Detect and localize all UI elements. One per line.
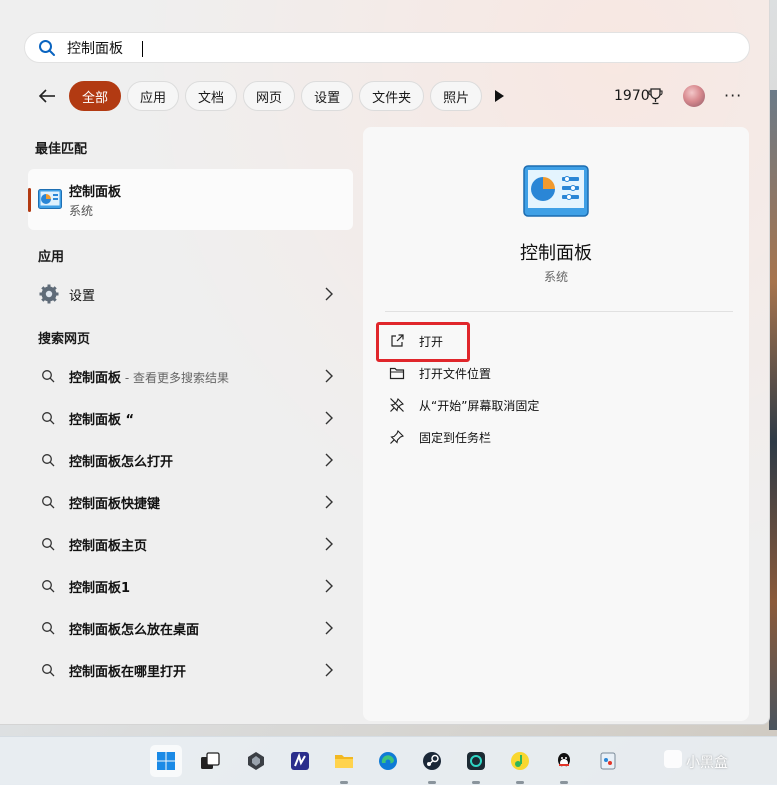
web-result-item[interactable]: 控制面板 “ bbox=[28, 398, 353, 438]
search-icon bbox=[42, 622, 55, 635]
chevron-right-icon bbox=[325, 369, 333, 383]
chevron-right-icon bbox=[325, 621, 333, 635]
web-result-label: 控制面板 - 查看更多搜索结果 bbox=[69, 371, 229, 386]
start-search-panel: 全部 应用 文档 网页 设置 文件夹 照片 1970 ··· 最佳匹配 控制面板… bbox=[0, 0, 770, 725]
best-match-heading: 最佳匹配 bbox=[35, 142, 88, 157]
web-search-heading: 搜索网页 bbox=[38, 332, 91, 347]
folder-icon bbox=[389, 367, 405, 380]
preview-title: 控制面板 bbox=[520, 243, 592, 264]
web-result-label: 控制面板怎么打开 bbox=[69, 455, 174, 470]
app-item-label: 设置 bbox=[69, 289, 96, 304]
chip-all[interactable]: 全部 bbox=[69, 81, 122, 111]
chip-documents[interactable]: 文档 bbox=[185, 81, 238, 111]
selection-accent bbox=[28, 188, 31, 212]
web-result-item[interactable]: 控制面板主页 bbox=[28, 524, 353, 564]
search-icon bbox=[42, 454, 55, 467]
windows-start-icon[interactable] bbox=[150, 745, 182, 777]
control-panel-icon bbox=[523, 165, 589, 217]
preview-pane: 控制面板 系统 打开 打开文件位置 从“开始”屏幕取消固定 固定到任务栏 bbox=[363, 127, 749, 721]
search-icon bbox=[42, 538, 55, 551]
action-label: 打开文件位置 bbox=[419, 367, 492, 381]
chip-settings[interactable]: 设置 bbox=[301, 81, 354, 111]
annotation-highlight-box bbox=[376, 322, 470, 362]
web-result-label: 控制面板 “ bbox=[69, 413, 135, 428]
search-icon bbox=[42, 664, 55, 677]
apps-heading: 应用 bbox=[38, 250, 65, 265]
search-input[interactable] bbox=[67, 36, 667, 59]
chevron-right-icon bbox=[325, 453, 333, 467]
action-open-file-location[interactable]: 打开文件位置 bbox=[389, 360, 689, 386]
chip-photos[interactable]: 照片 bbox=[430, 81, 483, 111]
app-ring-icon[interactable] bbox=[460, 745, 492, 777]
control-panel-icon bbox=[38, 189, 62, 209]
qq-icon[interactable] bbox=[548, 745, 580, 777]
trophy-icon[interactable] bbox=[648, 88, 663, 105]
unpin-icon bbox=[390, 398, 404, 412]
chip-folders[interactable]: 文件夹 bbox=[359, 81, 425, 111]
more-filters-play-icon[interactable] bbox=[493, 89, 505, 103]
chip-web[interactable]: 网页 bbox=[243, 81, 296, 111]
steam-icon[interactable] bbox=[416, 745, 448, 777]
filter-chips: 全部 应用 文档 网页 设置 文件夹 照片 bbox=[69, 81, 483, 111]
chevron-right-icon bbox=[325, 495, 333, 509]
watermark-text: 小黑盒 bbox=[686, 755, 728, 771]
web-result-item[interactable]: 控制面板1 bbox=[28, 566, 353, 606]
action-label: 从“开始”屏幕取消固定 bbox=[419, 399, 540, 413]
search-icon bbox=[42, 370, 55, 383]
web-result-label: 控制面板快捷键 bbox=[69, 497, 161, 512]
best-match-title: 控制面板 bbox=[69, 185, 122, 200]
user-avatar[interactable] bbox=[683, 85, 705, 107]
web-result-label: 控制面板怎么放在桌面 bbox=[69, 623, 200, 638]
app-icon[interactable] bbox=[240, 745, 272, 777]
web-result-item[interactable]: 控制面板怎么放在桌面 bbox=[28, 608, 353, 648]
action-label: 固定到任务栏 bbox=[419, 431, 492, 445]
web-result-item[interactable]: 控制面板在哪里打开 bbox=[28, 650, 353, 690]
visual-studio-icon[interactable] bbox=[284, 745, 316, 777]
action-unpin-from-start[interactable]: 从“开始”屏幕取消固定 bbox=[389, 392, 689, 418]
action-pin-to-taskbar[interactable]: 固定到任务栏 bbox=[389, 424, 689, 450]
search-box[interactable] bbox=[24, 32, 750, 63]
web-result-label: 控制面板主页 bbox=[69, 539, 148, 554]
qq-music-icon[interactable] bbox=[504, 745, 536, 777]
gear-icon bbox=[39, 284, 59, 304]
web-result-label: 控制面板1 bbox=[69, 581, 131, 596]
divider bbox=[385, 311, 733, 312]
back-arrow-icon[interactable] bbox=[37, 86, 57, 106]
app-item-settings[interactable]: 设置 bbox=[28, 274, 353, 314]
web-result-label: 控制面板在哪里打开 bbox=[69, 665, 187, 680]
taskbar bbox=[0, 736, 777, 785]
search-icon bbox=[42, 496, 55, 509]
best-match-subtitle: 系统 bbox=[69, 204, 94, 218]
web-result-item[interactable]: 控制面板 - 查看更多搜索结果 bbox=[28, 356, 353, 396]
web-result-item[interactable]: 控制面板怎么打开 bbox=[28, 440, 353, 480]
chevron-right-icon bbox=[325, 663, 333, 677]
more-options-icon[interactable]: ··· bbox=[724, 86, 742, 105]
search-icon bbox=[42, 580, 55, 593]
chevron-right-icon bbox=[325, 411, 333, 425]
search-icon bbox=[39, 40, 55, 56]
task-view-icon[interactable] bbox=[194, 745, 226, 777]
pin-icon bbox=[390, 430, 404, 444]
edge-icon[interactable] bbox=[372, 745, 404, 777]
chevron-right-icon bbox=[325, 537, 333, 551]
watermark-logo-icon bbox=[664, 750, 682, 768]
background-window-strip bbox=[769, 90, 777, 730]
web-result-item[interactable]: 控制面板快捷键 bbox=[28, 482, 353, 522]
chevron-right-icon bbox=[325, 287, 333, 301]
chip-apps[interactable]: 应用 bbox=[127, 81, 180, 111]
best-match-item[interactable]: 控制面板 系统 bbox=[28, 169, 353, 230]
preview-subtitle: 系统 bbox=[543, 270, 568, 284]
text-caret bbox=[142, 41, 143, 57]
paint-icon[interactable] bbox=[592, 745, 624, 777]
file-explorer-icon[interactable] bbox=[328, 745, 360, 777]
chevron-right-icon bbox=[325, 579, 333, 593]
rewards-points[interactable]: 1970 bbox=[614, 88, 650, 104]
search-icon bbox=[42, 412, 55, 425]
